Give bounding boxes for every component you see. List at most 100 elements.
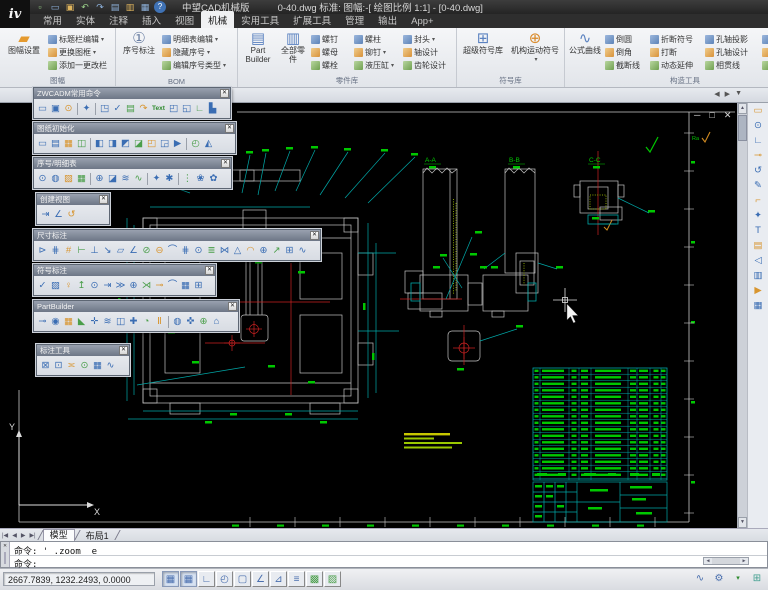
- toolbar-icon[interactable]: ▦: [179, 278, 192, 293]
- toolbar-icon[interactable]: △: [231, 243, 244, 258]
- toolbar-icon[interactable]: ◉: [49, 314, 62, 329]
- palette-icon[interactable]: T: [748, 223, 768, 238]
- toolbar-icon[interactable]: ▙: [206, 101, 219, 116]
- ribbon-item-齿轮设计[interactable]: 齿轮设计: [403, 59, 453, 71]
- status-toggle[interactable]: ▩: [306, 571, 323, 587]
- layout-tab-布局1[interactable]: 布局1: [80, 529, 115, 542]
- status-toggle[interactable]: ◴: [216, 571, 233, 587]
- menu-tab-实体[interactable]: 实体: [69, 11, 102, 28]
- menu-tab-管理[interactable]: 管理: [338, 11, 371, 28]
- toolbar-icon[interactable]: ⊙: [88, 278, 101, 293]
- menu-tab-扩展工具[interactable]: 扩展工具: [286, 11, 338, 28]
- toolbar-icon[interactable]: ◨: [106, 136, 119, 151]
- toolbar-titlebar[interactable]: 标注工具✕: [37, 345, 129, 356]
- toolbar-close-icon[interactable]: ✕: [99, 195, 108, 204]
- close-icon[interactable]: ✕: [724, 110, 732, 120]
- toolbar-icon[interactable]: ▦: [75, 171, 88, 186]
- toolbar-icon[interactable]: ⊕: [127, 278, 140, 293]
- toolbar-icon[interactable]: ✛: [88, 314, 101, 329]
- toolbar-icon[interactable]: ◲: [158, 136, 171, 151]
- toolbar-icon[interactable]: ⊠: [39, 358, 52, 373]
- ribbon-button-Part Builder[interactable]: ▤Part Builder: [241, 29, 275, 77]
- ribbon-item-相贯线[interactable]: 相贯线: [705, 59, 759, 71]
- command-close-icon[interactable]: ✕: [1, 542, 9, 550]
- palette-icon[interactable]: ▦: [748, 298, 768, 313]
- palette-icon[interactable]: ▥: [748, 268, 768, 283]
- ribbon-item-更换图框[interactable]: 更换图框▾: [48, 46, 112, 58]
- toolbar-icon[interactable]: ⊥: [88, 243, 101, 258]
- layout-nav-icon[interactable]: ▶|: [29, 532, 35, 539]
- toolbar-titlebar[interactable]: ZWCADM常用命令✕: [34, 88, 230, 99]
- status-toggle[interactable]: ▨: [324, 571, 341, 587]
- toolbar-icon[interactable]: ▣: [49, 101, 62, 116]
- toolbar-titlebar[interactable]: 尺寸标注✕: [34, 230, 320, 241]
- ribbon-item-螺钉[interactable]: 螺钉: [311, 33, 351, 45]
- toolbar-icon[interactable]: ⊸: [153, 278, 166, 293]
- palette-icon[interactable]: ⊙: [748, 118, 768, 133]
- toolbar-icon[interactable]: ⌂: [210, 314, 223, 329]
- palette-icon[interactable]: ▭: [748, 103, 768, 118]
- performance-icon[interactable]: ∿: [692, 571, 708, 587]
- toolbar-icon[interactable]: ≫: [114, 278, 127, 293]
- toolbar-titlebar[interactable]: 图纸初始化✕: [34, 123, 235, 134]
- toolbar-icon[interactable]: ◍: [171, 314, 184, 329]
- menu-tab-注释[interactable]: 注释: [102, 11, 135, 28]
- toolbar-icon[interactable]: ↘: [101, 243, 114, 258]
- toolbar-图纸初始化[interactable]: 图纸初始化✕▭▤▦◫◧◨◩◪◰◲▶◴◭: [33, 122, 236, 154]
- toolbar-icon[interactable]: ⊕: [197, 314, 210, 329]
- status-toggle[interactable]: ∠: [252, 571, 269, 587]
- ribbon-item-孔阵[interactable]: 孔阵: [762, 59, 768, 71]
- toolbar-icon[interactable]: ◰: [167, 101, 180, 116]
- toolbar-尺寸标注[interactable]: 尺寸标注✕⊳⋕#⊢⊥↘▱∠⊘⊖⌒⋕⊙≣⋈△◠⊕↗⊞∿: [33, 229, 321, 261]
- toolbar-icon[interactable]: ⋮: [181, 171, 194, 186]
- toolbar-icon[interactable]: ◩: [119, 136, 132, 151]
- layout-nav-icon[interactable]: |◀: [2, 532, 8, 539]
- palette-icon[interactable]: ⊸: [748, 148, 768, 163]
- status-toggle[interactable]: ∟: [198, 571, 215, 587]
- scroll-down-arrow[interactable]: ▼: [738, 517, 747, 528]
- toolbar-icon[interactable]: ▤: [124, 101, 137, 116]
- toolbar-icon[interactable]: ↗: [270, 243, 283, 258]
- toolbar-icon[interactable]: ▤: [49, 136, 62, 151]
- toolbar-icon[interactable]: Ⅱ: [153, 314, 166, 329]
- toolbar-icon[interactable]: ◧: [93, 136, 106, 151]
- menu-tab-机械[interactable]: 机械: [201, 11, 234, 28]
- toolbar-icon[interactable]: ∠: [127, 243, 140, 258]
- toolbar-icon[interactable]: ◭: [202, 136, 215, 151]
- palette-icon[interactable]: ⌐: [748, 193, 768, 208]
- toolbar-icon[interactable]: Text: [150, 101, 167, 116]
- ribbon-item-隐藏序号[interactable]: 隐藏序号▾: [162, 46, 234, 58]
- toolbar-icon[interactable]: ∠: [52, 207, 65, 222]
- toolbar-icon[interactable]: ⊕: [93, 171, 106, 186]
- toolbar-icon[interactable]: ∿: [296, 243, 309, 258]
- toolbar-icon[interactable]: ∟: [193, 101, 206, 116]
- toolbar-icon[interactable]: ◍: [49, 171, 62, 186]
- toolbar-close-icon[interactable]: ✕: [228, 302, 237, 311]
- toolbar-icon[interactable]: ▨: [49, 278, 62, 293]
- toolbar-icon[interactable]: ⌒: [166, 278, 179, 293]
- toolbar-icon[interactable]: ▦: [91, 358, 104, 373]
- toolbar-创建视图[interactable]: 创建视图✕⇥∠↺: [36, 193, 110, 225]
- toolbar-titlebar[interactable]: 创建视图✕: [37, 194, 109, 205]
- menu-tab-App+[interactable]: App+: [404, 14, 440, 28]
- ribbon-item-铆钉[interactable]: 铆钉▾: [354, 46, 400, 58]
- palette-icon[interactable]: ▶: [748, 283, 768, 298]
- toolbar-icon[interactable]: ≋: [119, 171, 132, 186]
- palette-icon[interactable]: ∟: [748, 133, 768, 148]
- grid-panel-icon[interactable]: ⊞: [749, 571, 765, 587]
- ribbon-item-明细表编辑[interactable]: 明细表编辑▾: [162, 33, 234, 45]
- toolbar-icon[interactable]: ⋈: [218, 243, 231, 258]
- status-toggle[interactable]: ⊿: [270, 571, 287, 587]
- palette-icon[interactable]: ↺: [748, 163, 768, 178]
- toolbar-icon[interactable]: ✓: [111, 101, 124, 116]
- ribbon-item-液压缸[interactable]: 液压缸▾: [354, 59, 400, 71]
- toolbar-close-icon[interactable]: ✕: [119, 346, 128, 355]
- toolbar-icon[interactable]: ⊞: [192, 278, 205, 293]
- ribbon-item-倒角[interactable]: 倒角: [605, 46, 647, 58]
- toolbar-icon[interactable]: ▱: [114, 243, 127, 258]
- toolbar-icon[interactable]: ◣: [75, 314, 88, 329]
- toolbar-icon[interactable]: ↥: [75, 278, 88, 293]
- toolbar-close-icon[interactable]: ✕: [225, 124, 234, 133]
- hscroll-right-arrow[interactable]: ▶: [740, 558, 748, 564]
- ribbon-item-标题栏编辑[interactable]: 标题栏编辑▾: [48, 33, 112, 45]
